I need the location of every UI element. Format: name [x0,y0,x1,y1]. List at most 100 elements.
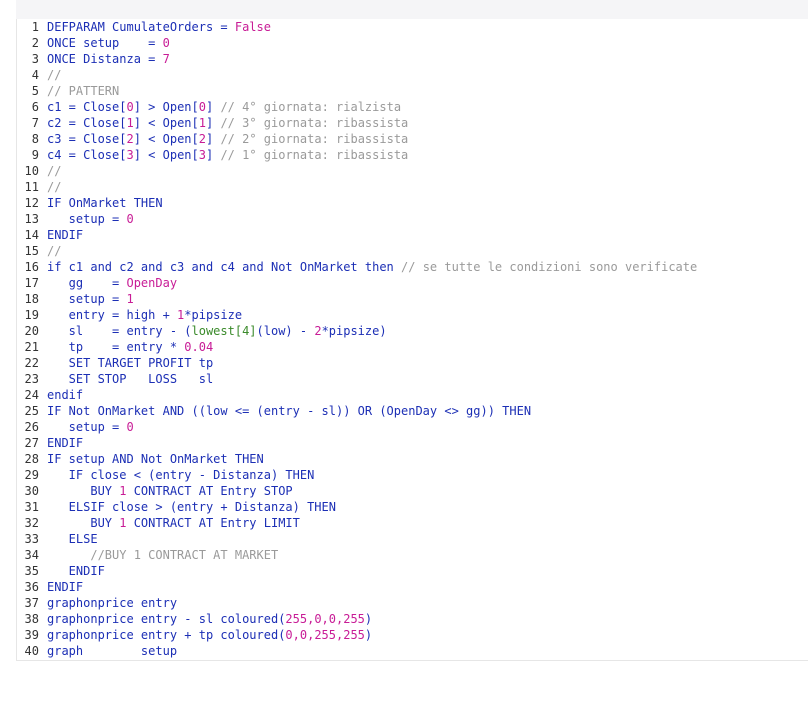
code-line[interactable]: 2 ONCE setup = 0 [17,35,170,51]
code-line[interactable]: 37 graphonprice entry [17,595,178,611]
code-line[interactable]: 11 // [17,179,62,195]
code-token: IF close < (entry - Distanza) THEN [47,468,315,482]
code-token: graphonprice entry [47,596,178,610]
code-line[interactable]: 12 IF OnMarket THEN [17,195,163,211]
code-line[interactable]: 35 ENDIF [17,563,105,579]
code-line[interactable]: 17 gg = OpenDay [17,275,178,291]
line-number: 31 [24,500,39,514]
code-token: tp = entry * [47,340,185,354]
line-number: 17 [24,276,39,290]
code-line[interactable]: 40 graph setup [17,643,178,659]
line-number: 8 [31,132,39,146]
code-token: 0,0,255,255 [285,628,365,642]
code-token: setup = [47,420,127,434]
code-token: 2 [198,132,206,146]
code-token: ] [205,148,221,162]
code-token: *pipsize) [321,324,387,338]
code-line[interactable]: 30 BUY 1 CONTRACT AT Entry STOP [17,483,293,499]
code-token: if c1 and c2 and c3 and c4 and Not OnMar… [47,260,402,274]
code-token: 7 [162,52,170,66]
code-token: (low) - [256,324,315,338]
code-token: ENDIF [47,564,105,578]
code-line[interactable]: 19 entry = high + 1*pipsize [17,307,243,323]
code-token: 255,0,0,255 [285,612,365,626]
code-token: ] < Open[ [133,148,199,162]
code-token: SET TARGET PROFIT tp [47,356,214,370]
code-line[interactable]: 31 ELSIF close > (entry + Distanza) THEN [17,499,336,515]
code-line[interactable]: 1 DEFPARAM CumulateOrders = False [17,19,271,35]
line-number: 1 [31,20,39,34]
code-token: ONCE setup = [47,36,163,50]
line-number: 7 [31,116,39,130]
code-token: // [47,164,62,178]
code-token: 0.04 [184,340,214,354]
code-token: sl = entry - ( [47,324,192,338]
code-line[interactable]: 16 if c1 and c2 and c3 and c4 and Not OnM… [17,259,698,275]
line-number: 21 [24,340,39,354]
code-line[interactable]: 10 // [17,163,62,179]
code-line[interactable]: 3 ONCE Distanza = 7 [17,51,170,67]
line-number: 28 [24,452,39,466]
code-token: IF setup AND Not OnMarket THEN [47,452,264,466]
code-token: ) [364,612,373,626]
code-token: // [47,180,62,194]
code-line[interactable]: 18 setup = 1 [17,291,134,307]
code-token: 1 [126,116,134,130]
code-line[interactable]: 15 // [17,243,62,259]
code-line[interactable]: 28 IF setup AND Not OnMarket THEN [17,451,264,467]
code-line[interactable]: 36 ENDIF [17,579,84,595]
code-line[interactable]: 9 c4 = Close[3] < Open[3] // 1° giornata:… [17,147,409,163]
code-token: False [234,20,271,34]
code-line[interactable]: 6 c1 = Close[0] > Open[0] // 4° giornata:… [17,99,401,115]
code-line[interactable]: 32 BUY 1 CONTRACT AT Entry LIMIT [17,515,300,531]
code-line[interactable]: 22 SET TARGET PROFIT tp [17,355,214,371]
line-number: 30 [24,484,39,498]
code-token: ] [205,116,221,130]
code-editor[interactable]: 1 DEFPARAM CumulateOrders = False 2 ONCE se… [16,19,808,661]
code-line[interactable]: 27 ENDIF [17,435,84,451]
code-line[interactable]: 4 // [17,67,62,83]
code-token: ] < Open[ [133,132,199,146]
code-token: ] [205,132,221,146]
code-token: 3 [198,148,206,162]
code-token: c3 = Close[ [47,132,127,146]
code-line[interactable]: 34 //BUY 1 CONTRACT AT MARKET [17,547,279,563]
code-token: *pipsize [184,308,243,322]
code-token: ENDIF [47,436,84,450]
code-line[interactable]: 8 c3 = Close[2] < Open[2] // 2° giornata:… [17,131,409,147]
code-line[interactable]: 20 sl = entry - (lowest[4](low) - 2*pips… [17,323,387,339]
code-line[interactable]: 33 ELSE [17,531,98,547]
code-line[interactable]: 38 graphonprice entry - sl coloured(255,0… [17,611,373,627]
code-line[interactable]: 13 setup = 0 [17,211,134,227]
code-token: 2 [126,132,134,146]
code-token: 0 [126,100,134,114]
line-number: 29 [24,468,39,482]
code-token: c4 = Close[ [47,148,127,162]
code-token: ENDIF [47,580,84,594]
code-line[interactable]: 24 endif [17,387,84,403]
code-token: // 4° giornata: rialzista [220,100,402,114]
line-number: 38 [24,612,39,626]
code-line[interactable]: 7 c2 = Close[1] < Open[1] // 3° giornata:… [17,115,409,131]
code-token: IF Not OnMarket AND ((low <= (entry - sl… [47,404,532,418]
code-line[interactable]: 26 setup = 0 [17,419,134,435]
code-token: // PATTERN [47,84,120,98]
code-token: ELSE [47,532,98,546]
line-number: 37 [24,596,39,610]
code-token: c1 = Close[ [47,100,127,114]
code-line[interactable]: 23 SET STOP LOSS sl [17,371,214,387]
code-token: //BUY 1 CONTRACT AT MARKET [47,548,279,562]
line-number: 23 [24,372,39,386]
code-token: c2 = Close[ [47,116,127,130]
code-line[interactable]: 5 // PATTERN [17,83,119,99]
line-number: 11 [24,180,39,194]
code-line[interactable]: 29 IF close < (entry - Distanza) THEN [17,467,315,483]
code-token: graph setup [47,644,178,658]
code-line[interactable]: 39 graphonprice entry + tp coloured(0,0,2… [17,627,373,643]
code-line[interactable]: 25 IF Not OnMarket AND ((low <= (entry - … [17,403,532,419]
code-line[interactable]: 21 tp = entry * 0.04 [17,339,214,355]
code-token: CONTRACT AT Entry LIMIT [126,516,300,530]
code-token: CONTRACT AT Entry STOP [126,484,293,498]
code-line[interactable]: 14 ENDIF [17,227,84,243]
code-token: ONCE Distanza = [47,52,163,66]
